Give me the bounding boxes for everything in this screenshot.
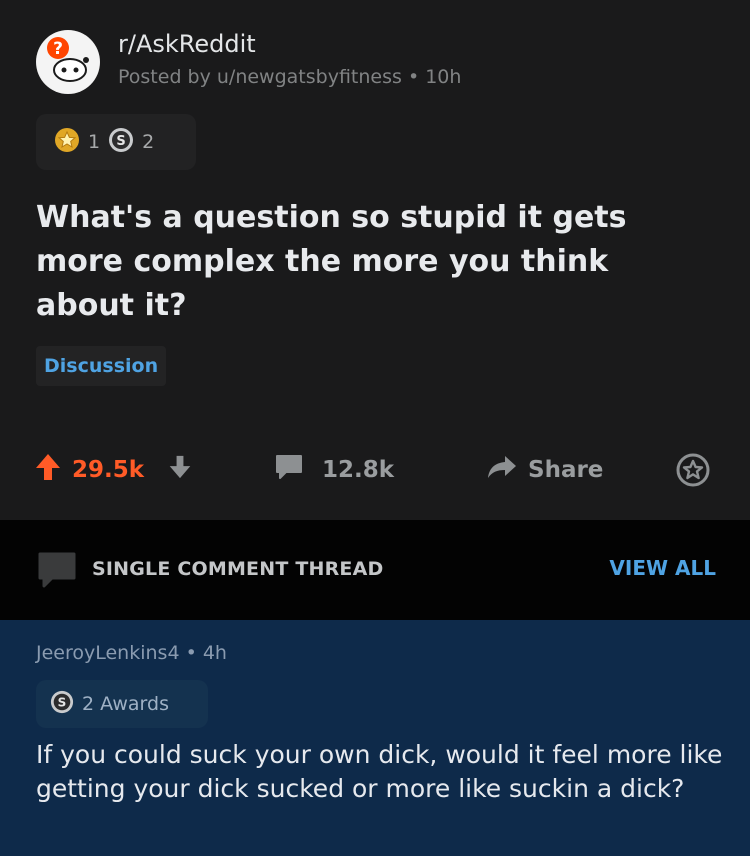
upvote-arrow-icon[interactable] <box>34 452 62 488</box>
comment-awards-label: 2 Awards <box>82 693 169 715</box>
single-comment-thread-label: SINGLE COMMENT THREAD <box>92 558 384 580</box>
silver-award-icon: S <box>50 690 74 718</box>
comment-body: If you could suck your own dick, would i… <box>36 740 723 803</box>
post-meta: Posted by u/newgatsbyfitness • 10h <box>118 66 462 88</box>
svg-text:S: S <box>58 696 67 710</box>
save-award-icon[interactable] <box>676 440 710 500</box>
subreddit-avatar-icon[interactable]: ? <box>36 30 100 94</box>
comments-button[interactable]: 12.8k <box>274 440 394 500</box>
post-actions-bar: 29.5k 12.8k Share <box>0 440 750 500</box>
share-arrow-icon <box>486 453 518 487</box>
comment-author-meta[interactable]: JeeroyLenkins4 • 4h <box>36 642 227 664</box>
view-all-link[interactable]: VIEW ALL <box>609 556 716 580</box>
post-awards[interactable]: 1 S 2 <box>36 114 196 170</box>
share-button[interactable]: Share <box>486 440 603 500</box>
gold-award-count: 1 <box>88 131 101 153</box>
vote-group: 29.5k <box>34 440 192 500</box>
comment-count: 12.8k <box>322 457 395 483</box>
comment-icon <box>274 453 304 487</box>
svg-text:?: ? <box>53 39 63 59</box>
gold-award-icon <box>54 127 80 157</box>
post-title[interactable]: What's a question so stupid it gets more… <box>36 196 676 328</box>
silver-award-icon: S <box>108 127 134 157</box>
subreddit-name[interactable]: r/AskReddit <box>118 30 256 58</box>
silver-award-count: 2 <box>142 131 155 153</box>
share-label: Share <box>528 457 604 483</box>
downvote-arrow-icon[interactable] <box>168 454 192 486</box>
post-flair[interactable]: Discussion <box>36 346 167 386</box>
chat-bubble-icon <box>36 550 78 594</box>
svg-text:S: S <box>116 134 125 149</box>
comment-awards[interactable]: S 2 Awards <box>36 680 208 728</box>
upvote-count: 29.5k <box>72 457 145 483</box>
